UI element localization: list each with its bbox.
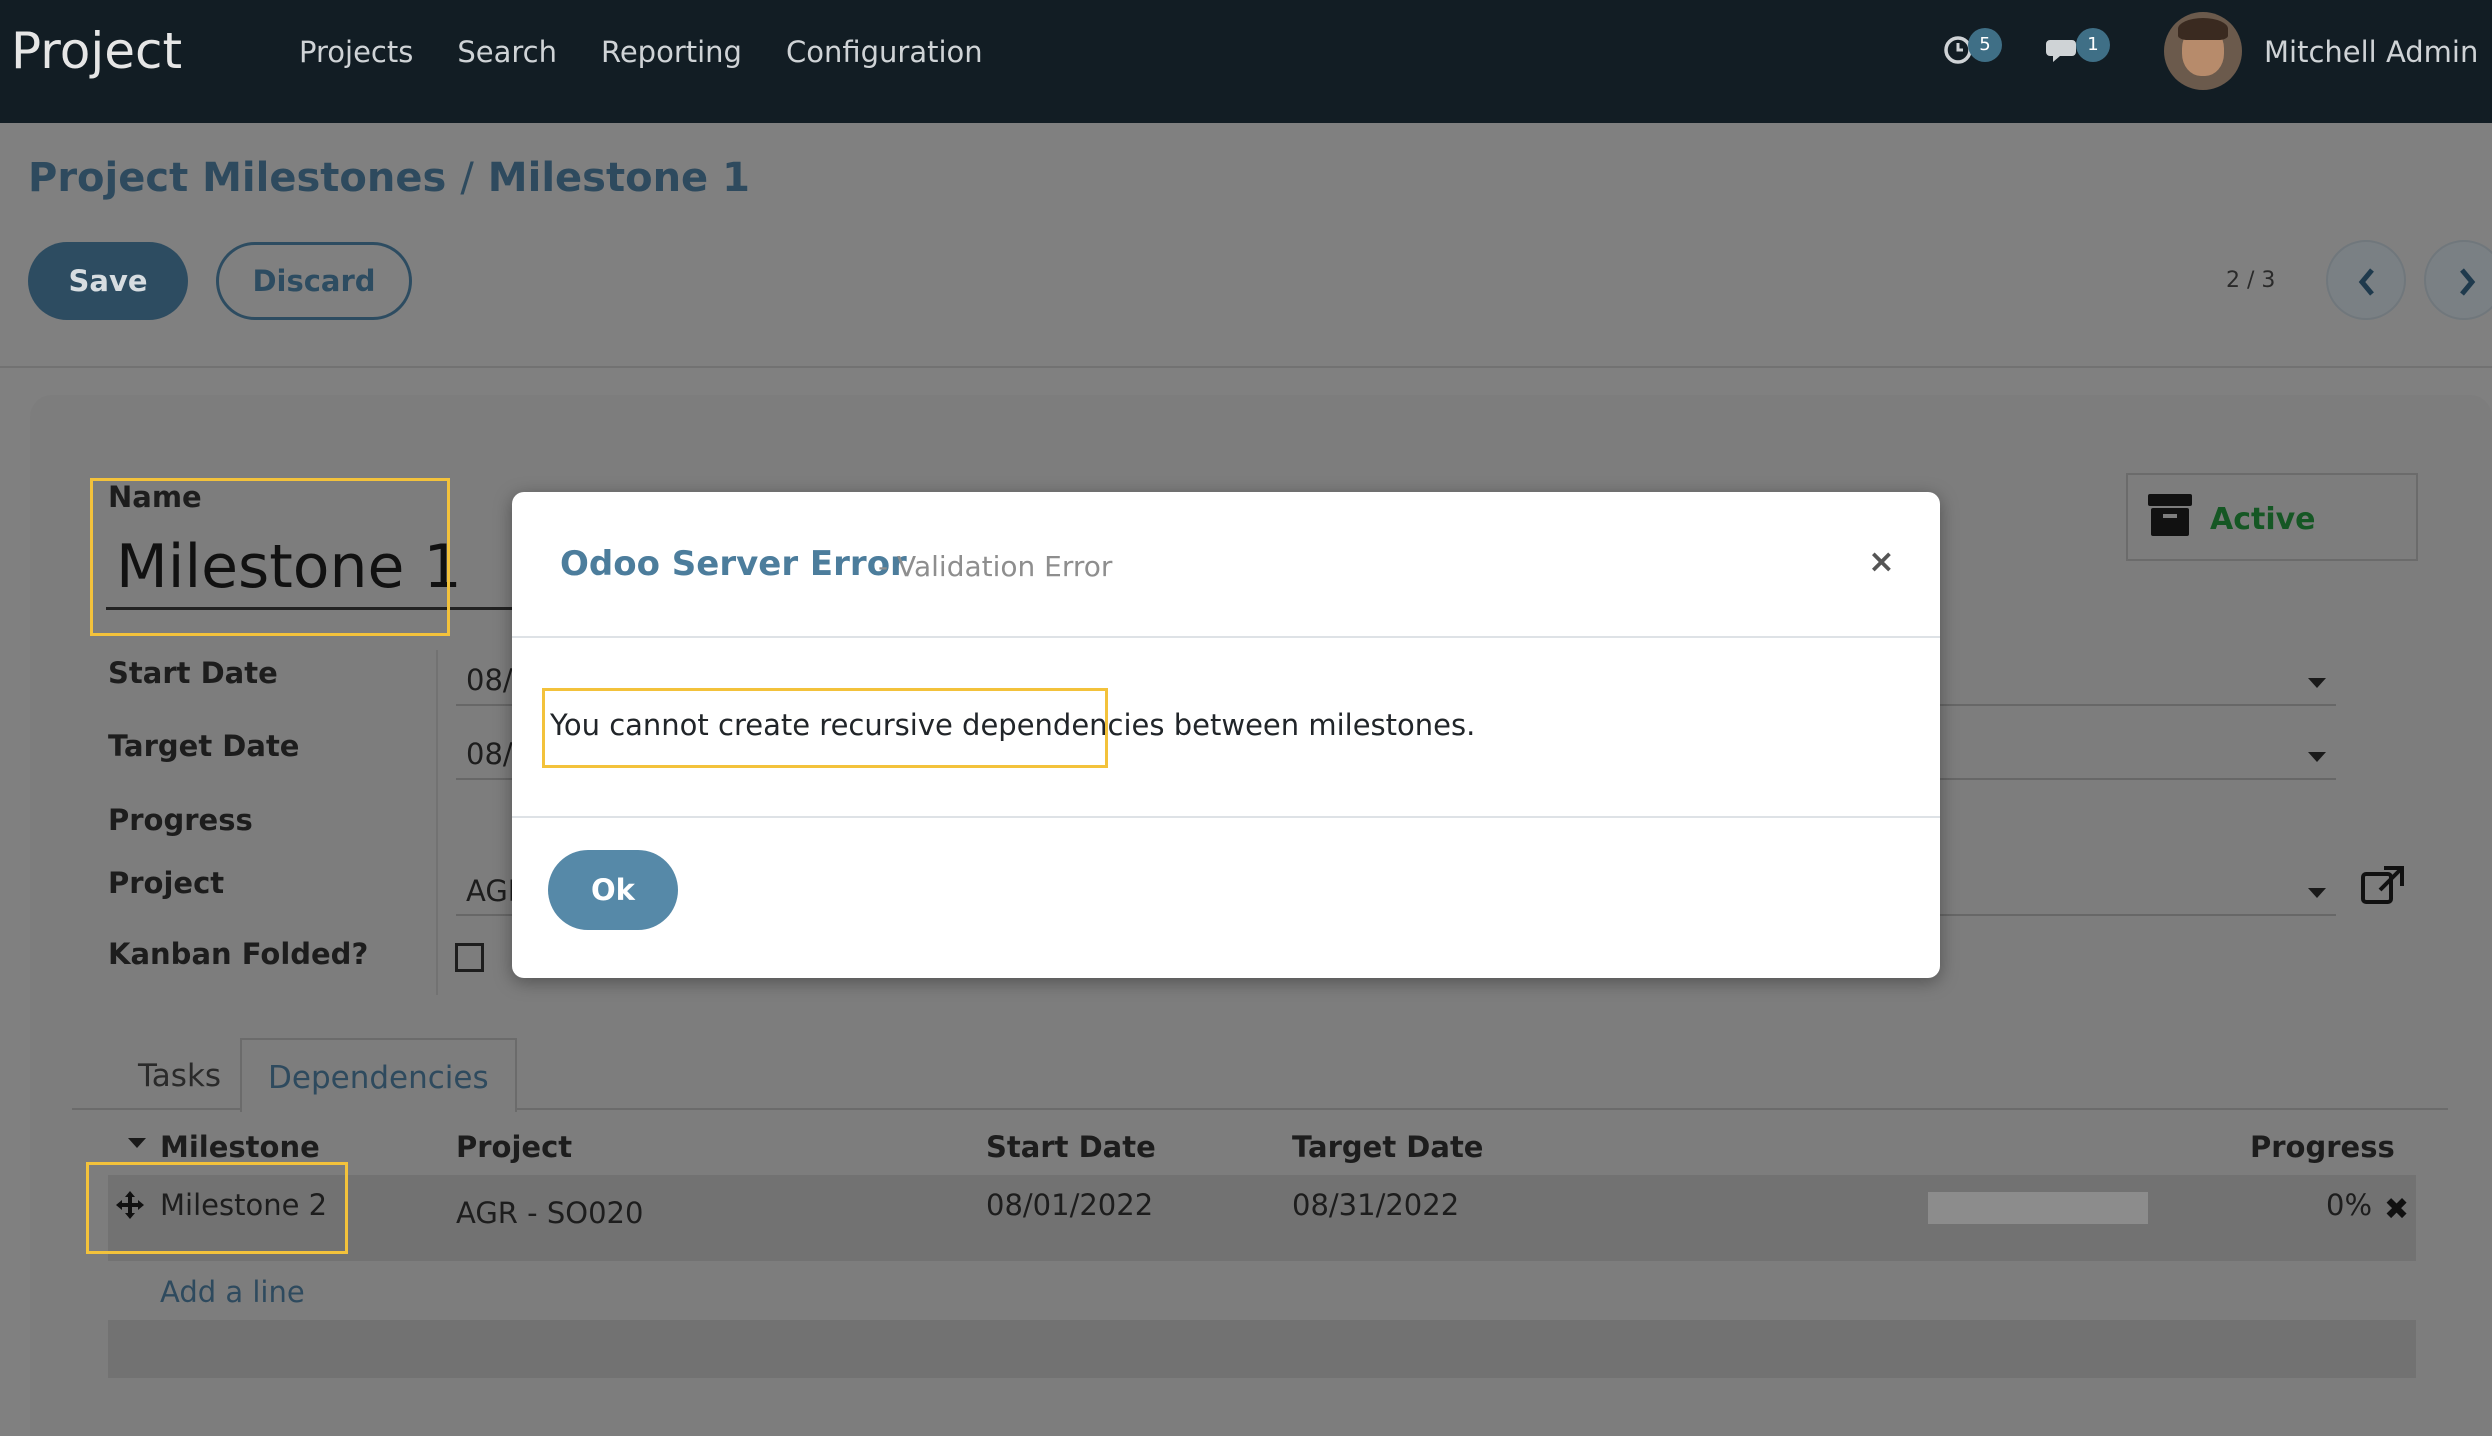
target-date-field[interactable]: 08/ [466, 737, 513, 771]
pager-next-button[interactable] [2424, 240, 2492, 320]
main-menu: Projects Search Reporting Configuration [299, 35, 983, 69]
chevron-left-icon [2358, 268, 2374, 296]
row-progress-bar [1928, 1192, 2148, 1224]
breadcrumb: Project Milestones / Milestone 1 [28, 155, 750, 201]
kanban-folded-label: Kanban Folded? [108, 937, 369, 971]
activity-count-badge: 5 [1968, 28, 2002, 62]
tab-tasks[interactable]: Tasks [112, 1038, 247, 1110]
column-milestone[interactable]: Milestone [160, 1130, 320, 1164]
row-project: AGR - SO020 [456, 1196, 644, 1230]
dialog-body: You cannot create recursive dependencies… [512, 638, 1940, 818]
tab-dependencies[interactable]: Dependencies [240, 1038, 517, 1112]
start-date-field[interactable]: 08/ [466, 663, 513, 697]
discard-button[interactable]: Discard [216, 242, 412, 320]
top-navbar: Project Projects Search Reporting Config… [0, 0, 2492, 123]
error-dialog: Odoo Server Error - Validation Error × Y… [512, 492, 1940, 978]
close-icon[interactable]: × [1868, 542, 1895, 580]
list-footer [108, 1320, 2416, 1378]
external-link-icon[interactable] [2360, 864, 2406, 906]
pager-previous-button[interactable] [2326, 240, 2406, 320]
row-target-date: 08/31/2022 [1292, 1188, 1460, 1222]
menu-item-search[interactable]: Search [457, 35, 557, 69]
message-count-badge: 1 [2076, 28, 2110, 62]
column-start-date[interactable]: Start Date [986, 1130, 1156, 1164]
kanban-folded-checkbox[interactable] [455, 943, 484, 972]
dialog-header: Odoo Server Error - Validation Error × [512, 492, 1940, 638]
menu-item-configuration[interactable]: Configuration [786, 35, 983, 69]
user-avatar[interactable] [2164, 12, 2242, 90]
delete-row-icon[interactable]: ✖ [2384, 1192, 2409, 1227]
save-button[interactable]: Save [28, 242, 188, 320]
menu-item-projects[interactable]: Projects [299, 35, 413, 69]
column-project[interactable]: Project [456, 1130, 572, 1164]
field-separator [436, 650, 438, 995]
project-dropdown-icon[interactable] [2308, 888, 2326, 898]
add-line-link[interactable]: Add a line [160, 1275, 305, 1309]
pager-value[interactable]: 2 / 3 [2226, 268, 2275, 293]
dialog-subtitle: - Validation Error [878, 550, 1113, 583]
active-status-label: Active [2210, 502, 2316, 537]
column-progress[interactable]: Progress [2250, 1130, 2395, 1164]
start-date-label: Start Date [108, 656, 278, 690]
breadcrumb-separator: / [460, 155, 474, 201]
archive-icon [2148, 494, 2192, 536]
dialog-title: Odoo Server Error [560, 544, 907, 584]
user-menu[interactable]: Mitchell Admin [2264, 35, 2478, 69]
menu-item-reporting[interactable]: Reporting [601, 35, 742, 69]
chevron-right-icon [2460, 268, 2476, 296]
progress-label: Progress [108, 803, 253, 837]
column-target-date[interactable]: Target Date [1292, 1130, 1483, 1164]
breadcrumb-parent[interactable]: Project Milestones [28, 155, 446, 201]
sort-caret-icon [128, 1138, 146, 1148]
target-date-label: Target Date [108, 729, 300, 763]
breadcrumb-current: Milestone 1 [487, 155, 750, 201]
milestone-highlight-box [86, 1162, 348, 1254]
start-date-dropdown-icon[interactable] [2308, 678, 2326, 688]
project-label: Project [108, 866, 225, 900]
ok-button[interactable]: Ok [548, 850, 678, 930]
row-start-date: 08/01/2022 [986, 1188, 1154, 1222]
app-name[interactable]: Project [11, 22, 182, 80]
name-highlight-box [90, 478, 450, 636]
target-date-dropdown-icon[interactable] [2308, 752, 2326, 762]
message-highlight-box [542, 688, 1108, 768]
row-progress-value: 0% [2326, 1188, 2373, 1222]
